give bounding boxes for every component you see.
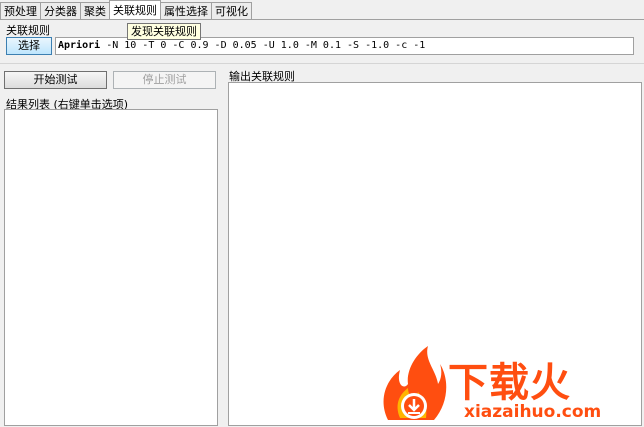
tab-tooltip: 发现关联规则 bbox=[127, 23, 201, 40]
associator-args: -N 10 -T 0 -C 0.9 -D 0.05 -U 1.0 -M 0.1 … bbox=[106, 40, 426, 51]
stop-button[interactable]: 停止测试 bbox=[113, 71, 216, 89]
associator-section-label: 关联规则 bbox=[6, 24, 50, 37]
tab-select-attributes[interactable]: 属性选择 bbox=[160, 2, 212, 19]
start-button[interactable]: 开始测试 bbox=[4, 71, 107, 89]
choose-button[interactable]: 选择 bbox=[6, 37, 52, 55]
watermark: 下载火 xiazaihuo.com bbox=[378, 340, 642, 426]
tab-classify[interactable]: 分类器 bbox=[40, 2, 81, 19]
section-divider bbox=[0, 63, 644, 64]
flame-logo-icon bbox=[383, 346, 447, 420]
tab-bar: 预处理 分类器 聚类 关联规则 属性选择 可视化 bbox=[0, 0, 252, 20]
result-list[interactable] bbox=[4, 109, 218, 426]
watermark-title: 下载火 bbox=[448, 360, 571, 406]
tab-visualize[interactable]: 可视化 bbox=[211, 2, 252, 19]
tab-divider bbox=[0, 19, 644, 20]
associator-name: Apriori bbox=[58, 40, 101, 51]
tab-cluster[interactable]: 聚类 bbox=[80, 2, 110, 19]
watermark-url: xiazaihuo.com bbox=[464, 402, 602, 422]
tab-associate[interactable]: 关联规则 bbox=[109, 0, 161, 19]
tab-preprocess[interactable]: 预处理 bbox=[0, 2, 41, 19]
